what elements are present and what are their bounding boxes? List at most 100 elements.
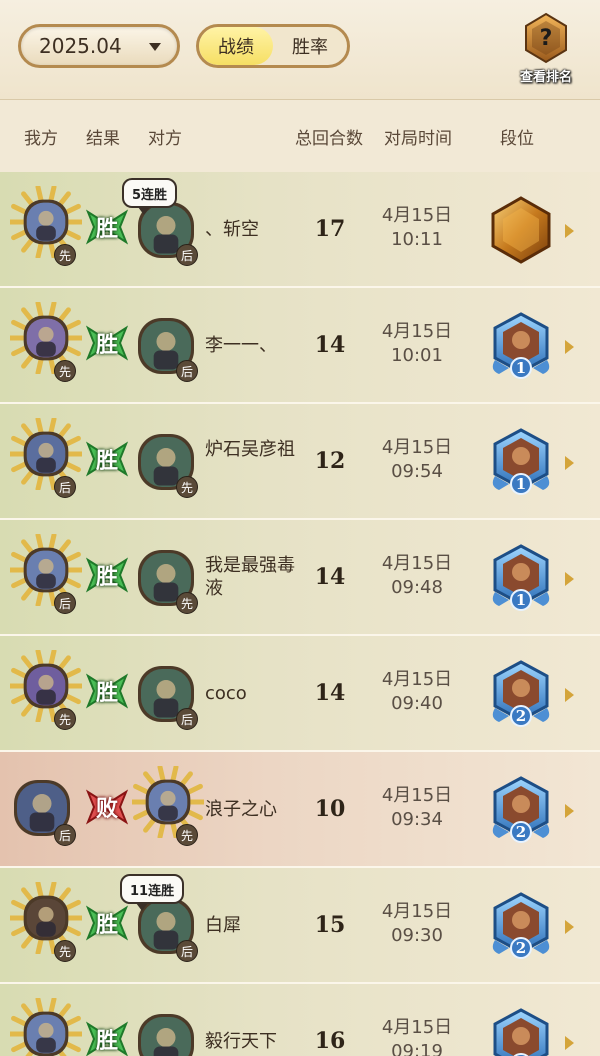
opponent-name: 李一一、 — [205, 335, 277, 356]
detail-arrow-icon[interactable] — [565, 688, 574, 702]
match-time: 4月15日 09:40 — [372, 668, 462, 716]
result-badge: 胜 — [82, 202, 132, 252]
chevron-down-icon — [149, 43, 161, 51]
result-text: 胜 — [95, 449, 118, 474]
opp-turn-order-badge: 先 — [176, 476, 198, 498]
my-turn-order-badge: 后 — [54, 476, 76, 498]
result-text: 胜 — [95, 217, 118, 242]
opp-turn-order-badge: 后 — [176, 360, 198, 382]
match-row[interactable]: 先 胜 后 coco 14 4月15日 09:40 2 — [0, 636, 600, 752]
result-badge: 胜 — [82, 434, 132, 484]
result-badge: 胜 — [82, 1014, 132, 1056]
match-time: 4月15日 09:54 — [372, 436, 462, 484]
result-text: 胜 — [95, 333, 118, 358]
my-turn-order-badge: 先 — [54, 360, 76, 382]
col-header-result: 结果 — [86, 129, 120, 149]
match-clock: 09:54 — [391, 461, 443, 482]
round-count: 14 — [314, 680, 346, 706]
detail-arrow-icon[interactable] — [565, 456, 574, 470]
match-date: 4月15日 — [381, 785, 453, 806]
result-badge: 胜 — [82, 898, 132, 948]
result-text: 胜 — [95, 681, 118, 706]
detail-arrow-icon[interactable] — [565, 572, 574, 586]
rank-icon: 2 — [487, 658, 555, 730]
opp-turn-order-badge: 后 — [176, 708, 198, 730]
result-badge: 败 — [82, 782, 132, 832]
match-row[interactable]: 后 胜 先 我是最强毒液 14 4月15日 09:48 1 — [0, 520, 600, 636]
match-clock: 09:34 — [391, 809, 443, 830]
col-header-time: 对局时间 — [384, 129, 452, 149]
rank-number: 1 — [515, 475, 527, 493]
match-row[interactable]: 先 胜 后 11连胜 白犀 15 4月15日 09:30 2 — [0, 868, 600, 984]
match-date: 4月15日 — [381, 321, 453, 342]
detail-arrow-icon[interactable] — [565, 224, 574, 238]
tab-winrate[interactable]: 胜率 — [273, 27, 347, 65]
question-mark-icon: ? — [525, 12, 567, 64]
detail-arrow-icon[interactable] — [565, 340, 574, 354]
rank-number: 2 — [515, 939, 527, 957]
result-text: 胜 — [95, 913, 118, 938]
round-count: 15 — [314, 912, 346, 938]
rank-icon: 1 — [487, 542, 555, 614]
detail-arrow-icon[interactable] — [565, 804, 574, 818]
match-time: 4月15日 09:19 — [372, 1016, 462, 1056]
match-clock: 10:01 — [391, 345, 443, 366]
match-clock: 09:40 — [391, 693, 443, 714]
match-row[interactable]: 后 败 先 浪子之心 10 4月15日 09:34 2 — [0, 752, 600, 868]
col-header-rounds: 总回合数 — [295, 129, 363, 149]
opponent-name: 、斩空 — [205, 219, 259, 240]
my-turn-order-badge: 后 — [54, 824, 76, 846]
match-time: 4月15日 10:11 — [372, 204, 462, 252]
opp-turn-order-badge: 后 — [176, 244, 198, 266]
view-ranking-button[interactable]: ? 查看排名 — [510, 12, 582, 88]
col-header-rank: 段位 — [500, 129, 534, 149]
round-count: 17 — [314, 216, 346, 242]
my-hero-portrait — [10, 998, 82, 1056]
rank-icon — [487, 194, 555, 266]
opponent-name: 炉石吴彦祖 — [205, 439, 295, 460]
opp-turn-order-badge: 后 — [176, 940, 198, 962]
result-text: 胜 — [95, 565, 118, 590]
match-time: 4月15日 09:30 — [372, 900, 462, 948]
match-row[interactable]: 后 胜 先 炉石吴彦祖 12 4月15日 09:54 1 — [0, 404, 600, 520]
match-time: 4月15日 09:48 — [372, 552, 462, 600]
streak-bubble: 5连胜 — [122, 178, 178, 215]
view-ranking-label: 查看排名 — [519, 70, 572, 85]
round-count: 10 — [314, 796, 346, 822]
rank-number: 2 — [515, 707, 527, 725]
col-header-me: 我方 — [24, 129, 58, 149]
top-bar: 2025.04 战绩 胜率 ? 查看排名 — [0, 0, 600, 100]
match-date: 4月15日 — [381, 553, 453, 574]
match-row[interactable]: 先 胜 后 毅行天下 16 4月15日 09:19 2 — [0, 984, 600, 1056]
rank-number: 2 — [515, 823, 527, 841]
round-count: 12 — [314, 448, 346, 474]
opponent-name: 毅行天下 — [205, 1031, 277, 1052]
match-row[interactable]: 先 胜 后 李一一、 14 4月15日 10:01 1 — [0, 288, 600, 404]
month-select[interactable]: 2025.04 — [18, 24, 180, 68]
my-turn-order-badge: 先 — [54, 708, 76, 730]
streak-bubble: 11连胜 — [120, 874, 185, 911]
round-count: 14 — [314, 564, 346, 590]
opponent-name: coco — [205, 683, 247, 704]
match-date: 4月15日 — [381, 437, 453, 458]
rank-number: 1 — [515, 591, 527, 609]
match-clock: 10:11 — [391, 229, 443, 250]
match-row[interactable]: 先 胜 后 5连胜 、斩空 17 4月15日 10:11 — [0, 172, 600, 288]
tab-records[interactable]: 战绩 — [199, 27, 273, 65]
result-badge: 胜 — [82, 550, 132, 600]
match-date: 4月15日 — [381, 669, 453, 690]
rank-icon: 2 — [487, 1006, 555, 1056]
detail-arrow-icon[interactable] — [565, 920, 574, 934]
opp-turn-order-badge: 先 — [176, 592, 198, 614]
rank-icon: 2 — [487, 774, 555, 846]
match-list: 先 胜 后 5连胜 、斩空 17 4月15日 10:11 先 胜 后 李一一、 … — [0, 172, 600, 1056]
svg-text:?: ? — [540, 26, 553, 51]
match-date: 4月15日 — [381, 901, 453, 922]
result-badge: 胜 — [82, 318, 132, 368]
detail-arrow-icon[interactable] — [565, 1036, 574, 1050]
rank-icon: 1 — [487, 310, 555, 382]
round-count: 14 — [314, 332, 346, 358]
month-value: 2025.04 — [39, 34, 122, 58]
my-turn-order-badge: 后 — [54, 592, 76, 614]
rank-number: 1 — [515, 359, 527, 377]
